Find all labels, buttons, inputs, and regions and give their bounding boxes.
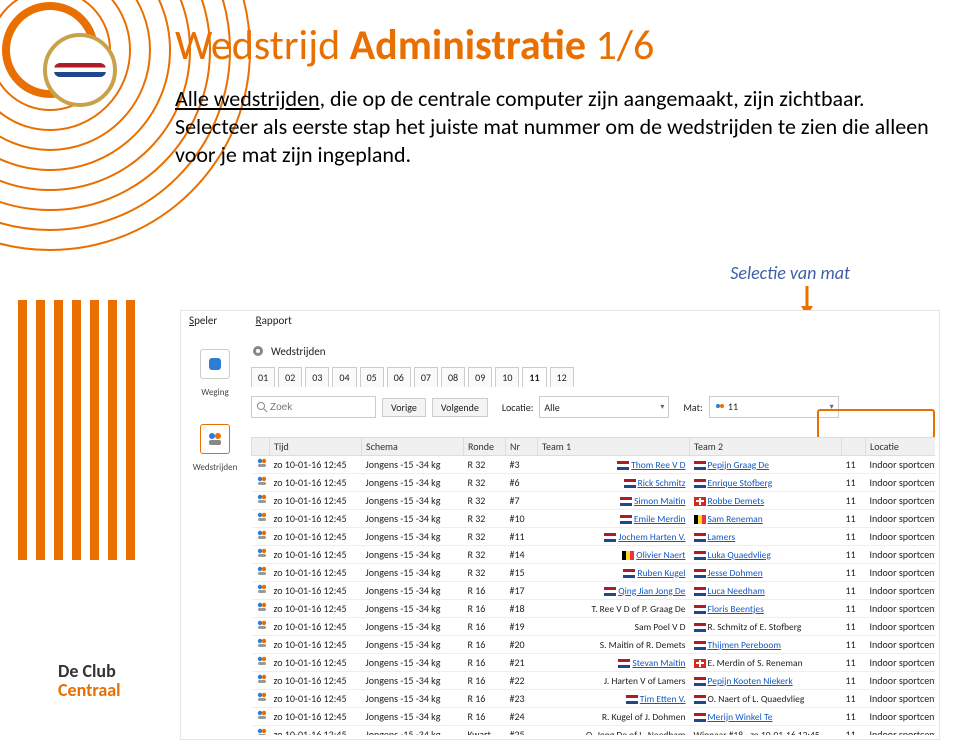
sidebar-wedstrijden-button[interactable] [200,424,230,454]
search-icon [256,401,268,413]
people-icon [256,457,268,469]
people-icon [256,655,268,667]
mat-label: Mat: [683,401,702,414]
tab-09[interactable]: 09 [468,367,492,387]
column-header[interactable]: Team 1 [538,438,690,456]
tab-06[interactable]: 06 [387,367,411,387]
tab-12[interactable]: 12 [550,367,574,387]
window-title: Wedstrijden [271,345,326,358]
column-header[interactable]: Schema [362,438,464,456]
table-row[interactable]: zo 10-01-16 12:45Jongens -15 -34 kgR 16#… [252,672,936,690]
volgende-button[interactable]: Volgende [432,398,488,417]
menu-speler[interactable]: Speler [189,314,235,327]
people-icon [256,601,268,613]
toolbar: Vorige Volgende Locatie: Alle▾ Mat: 11 ▾ [251,394,939,420]
people-icon [256,637,268,649]
people-icon [256,583,268,595]
people-icon [256,475,268,487]
table-row[interactable]: zo 10-01-16 12:45Jongens -15 -34 kgR 32#… [252,510,936,528]
locatie-select[interactable]: Alle▾ [539,396,669,418]
table-row[interactable]: zo 10-01-16 12:45Jongens -15 -34 kgKwart… [252,726,936,736]
people-icon [256,529,268,541]
people-icon [256,565,268,577]
column-header[interactable]: Tijd [270,438,362,456]
footer-brand: De Club Centraal [58,662,121,700]
people-icon [256,727,268,735]
table-row[interactable]: zo 10-01-16 12:45Jongens -15 -34 kgR 16#… [252,636,936,654]
menubar: Speler Rapport [181,311,939,334]
table-row[interactable]: zo 10-01-16 12:45Jongens -15 -34 kgR 32#… [252,492,936,510]
column-header[interactable]: Locatie [866,438,936,456]
sidebar-weging-button[interactable] [200,349,230,379]
menu-rapport[interactable]: Rapport [256,314,310,327]
people-icon [256,547,268,559]
sidebar-wedstrijden-label: Wedstrijden [193,462,238,473]
sidebar-weging-label: Weging [201,387,228,398]
locatie-label: Locatie: [502,401,534,414]
column-header[interactable] [252,438,270,456]
tab-04[interactable]: 04 [332,367,356,387]
chevron-down-icon: ▾ [830,402,834,412]
tab-05[interactable]: 05 [360,367,384,387]
people-icon [256,493,268,505]
vorige-button[interactable]: Vorige [382,398,426,417]
tab-07[interactable]: 07 [414,367,438,387]
table-row[interactable]: zo 10-01-16 12:45Jongens -15 -34 kgR 16#… [252,600,936,618]
tab-11[interactable]: 11 [522,367,546,387]
search-input[interactable] [251,396,376,418]
people-icon [714,402,726,414]
screenshot-panel: Speler Rapport Wedstrijden 0102030405060… [180,310,940,740]
table-row[interactable]: zo 10-01-16 12:45Jongens -15 -34 kgR 32#… [252,528,936,546]
people-icon [256,709,268,721]
table-row[interactable]: zo 10-01-16 12:45Jongens -15 -34 kgR 32#… [252,564,936,582]
tab-03[interactable]: 03 [305,367,329,387]
table-row[interactable]: zo 10-01-16 12:45Jongens -15 -34 kgR 16#… [252,582,936,600]
tab-01[interactable]: 01 [251,367,275,387]
tab-02[interactable]: 02 [278,367,302,387]
judo-bond-logo [43,33,117,107]
gear-icon [251,344,265,358]
column-header[interactable]: Team 2 [690,438,842,456]
slide-title: Wedstrijd Administratie 1/6 [175,20,654,71]
tab-10[interactable]: 10 [495,367,519,387]
table-row[interactable]: zo 10-01-16 12:45Jongens -15 -34 kgR 32#… [252,456,936,474]
people-icon [256,673,268,685]
decor-slices [0,300,180,560]
tab-08[interactable]: 08 [441,367,465,387]
column-header[interactable]: Ronde [464,438,506,456]
table-row[interactable]: zo 10-01-16 12:45Jongens -15 -34 kgR 16#… [252,708,936,726]
slide-body: Alle wedstrijden, die op de centrale com… [175,85,935,169]
column-header[interactable]: Nr [506,438,538,456]
table-row[interactable]: zo 10-01-16 12:45Jongens -15 -34 kgR 16#… [252,654,936,672]
people-icon [256,691,268,703]
column-header[interactable] [842,438,866,456]
matches-table[interactable]: TijdSchemaRondeNrTeam 1Team 2LocatieSch … [251,437,935,735]
people-icon [256,619,268,631]
callout-label: Selectie van mat [730,262,850,284]
table-row[interactable]: zo 10-01-16 12:45Jongens -15 -34 kgR 16#… [252,690,936,708]
table-row[interactable]: zo 10-01-16 12:45Jongens -15 -34 kgR 32#… [252,474,936,492]
mat-select[interactable]: 11 ▾ [709,396,839,418]
table-row[interactable]: zo 10-01-16 12:45Jongens -15 -34 kgR 32#… [252,546,936,564]
window-title-bar: Wedstrijden [251,340,939,362]
chevron-down-icon: ▾ [660,402,664,412]
table-row[interactable]: zo 10-01-16 12:45Jongens -15 -34 kgR 16#… [252,618,936,636]
tab-strip: 010203040506070809101112 [251,364,939,390]
people-icon [256,511,268,523]
